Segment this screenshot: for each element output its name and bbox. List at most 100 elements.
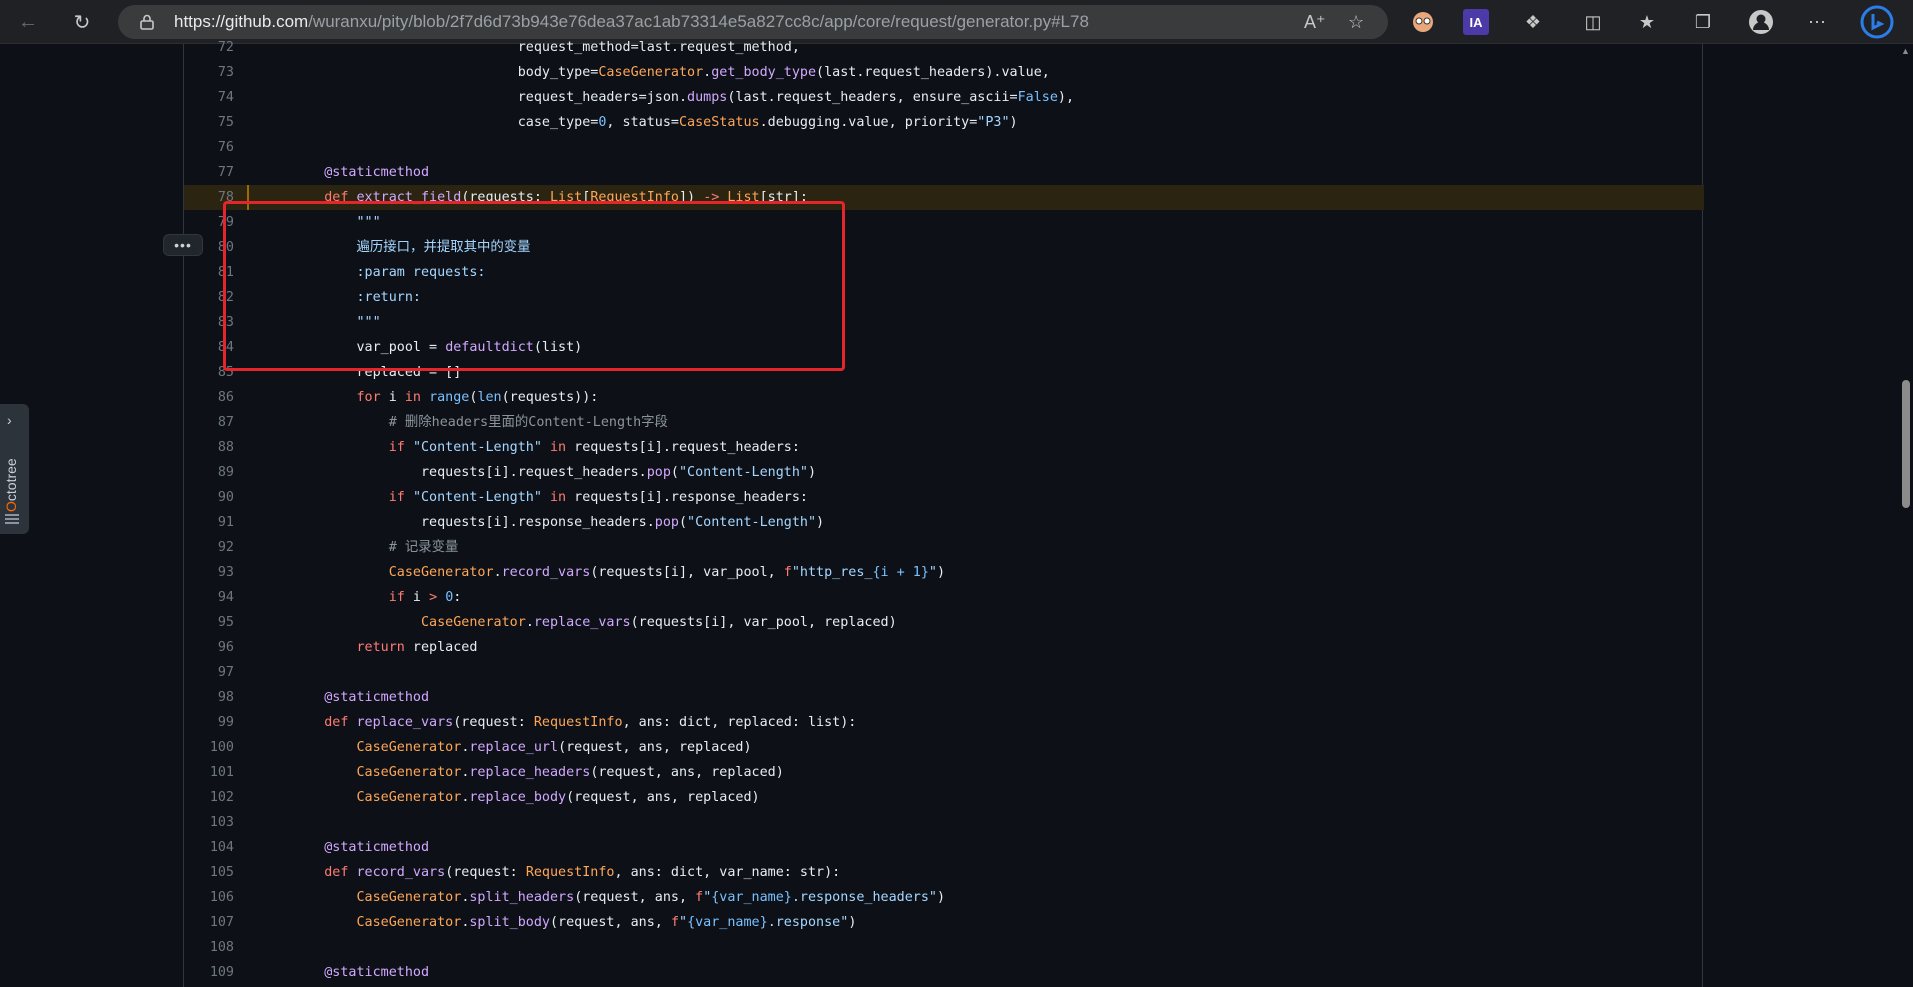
code-line: 94 if i > 0: <box>184 585 1704 610</box>
collections-icon[interactable]: ❐ <box>1690 9 1716 35</box>
line-number[interactable]: 102 <box>184 785 234 810</box>
code-line: 107 CaseGenerator.split_body(request, an… <box>184 910 1704 935</box>
line-number[interactable]: 89 <box>184 460 234 485</box>
line-number[interactable]: 86 <box>184 385 234 410</box>
code-line: 105 def record_vars(request: RequestInfo… <box>184 860 1704 885</box>
code-text: @staticmethod <box>324 690 430 705</box>
code-line: 95 CaseGenerator.replace_vars(requests[i… <box>184 610 1704 635</box>
ia-extension-icon[interactable]: IA <box>1463 9 1489 35</box>
page-scrollbar[interactable]: ▲ <box>1898 44 1913 987</box>
code-line: 96 return replaced <box>184 635 1704 660</box>
more-options-icon[interactable]: ⋯ <box>1804 9 1830 35</box>
line-options-button[interactable]: ••• <box>163 234 203 256</box>
code-line: 100 CaseGenerator.replace_url(request, a… <box>184 735 1704 760</box>
url-text: https://github.com/wuranxu/pity/blob/2f7… <box>174 12 1089 31</box>
line-number[interactable]: 100 <box>184 735 234 760</box>
line-number[interactable]: 99 <box>184 710 234 735</box>
line-number[interactable]: 109 <box>184 960 234 985</box>
code-text: for i in range(len(requests)): <box>356 390 599 405</box>
code-text: request_headers=json.dumps(last.request_… <box>292 90 1075 105</box>
address-bar[interactable]: https://github.com/wuranxu/pity/blob/2f7… <box>118 5 1388 39</box>
line-number[interactable]: 106 <box>184 885 234 910</box>
code-line: 92 # 记录变量 <box>184 535 1704 560</box>
code-text: CaseGenerator.replace_vars(requests[i], … <box>421 615 897 630</box>
code-line: 75 case_type=0, status=CaseStatus.debugg… <box>184 110 1704 135</box>
line-number[interactable]: 98 <box>184 685 234 710</box>
split-screen-icon[interactable]: ◫ <box>1580 9 1606 35</box>
extension-glasses-icon[interactable] <box>1410 9 1436 35</box>
code-line: 77 @staticmethod <box>184 160 1704 185</box>
code-line: 108 <box>184 935 1704 960</box>
favorites-icon[interactable]: ★ <box>1634 9 1660 35</box>
line-number[interactable]: 107 <box>184 910 234 935</box>
line-number[interactable]: 92 <box>184 535 234 560</box>
lock-icon <box>140 14 154 30</box>
code-line: 88 if "Content-Length" in requests[i].re… <box>184 435 1704 460</box>
drag-grip-icon[interactable] <box>5 514 19 524</box>
code-line: 73 body_type=CaseGenerator.get_body_type… <box>184 60 1704 85</box>
code-panel: 72 request_method=last.request_method, 73… <box>183 40 1704 987</box>
line-number[interactable]: 90 <box>184 485 234 510</box>
code-text: # 记录变量 <box>388 540 459 555</box>
line-number[interactable]: 75 <box>184 110 234 135</box>
code-line: 91 requests[i].response_headers.pop("Con… <box>184 510 1704 535</box>
code-line: 97 <box>184 660 1704 685</box>
back-arrow-icon[interactable]: ← <box>8 2 48 42</box>
code-text: requests[i].response_headers.pop("Conten… <box>292 515 825 530</box>
scrollbar-thumb[interactable] <box>1902 380 1910 508</box>
code-text: CaseGenerator.split_body(request, ans, f… <box>356 915 857 930</box>
code-text: case_type=0, status=CaseStatus.debugging… <box>292 115 1018 130</box>
line-number[interactable]: 72 <box>184 35 234 60</box>
code-line: 102 CaseGenerator.replace_body(request, … <box>184 785 1704 810</box>
code-text: def replace_vars(request: RequestInfo, a… <box>324 715 857 730</box>
line-number[interactable]: 96 <box>184 635 234 660</box>
code-line: 87 # 删除headers里面的Content-Length字段 <box>184 410 1704 435</box>
bing-copilot-icon[interactable] <box>1860 5 1894 39</box>
code-text: request_method=last.request_method, <box>292 40 800 55</box>
refresh-icon[interactable]: ↻ <box>62 2 102 42</box>
code-line: 106 CaseGenerator.split_headers(request,… <box>184 885 1704 910</box>
code-line: 99 def replace_vars(request: RequestInfo… <box>184 710 1704 735</box>
octotree-sidebar-toggle[interactable]: › Octotree <box>0 404 29 534</box>
code-text: CaseGenerator.replace_body(request, ans,… <box>356 790 760 805</box>
line-number[interactable]: 101 <box>184 760 234 785</box>
line-number[interactable]: 108 <box>184 935 234 960</box>
code-text: return replaced <box>356 640 478 655</box>
chevron-right-icon: › <box>7 412 12 428</box>
code-text: CaseGenerator.record_vars(requests[i], v… <box>388 565 946 580</box>
line-number[interactable]: 76 <box>184 135 234 160</box>
code-line: 74 request_headers=json.dumps(last.reque… <box>184 85 1704 110</box>
line-number[interactable]: 73 <box>184 60 234 85</box>
line-number[interactable]: 74 <box>184 85 234 110</box>
code-text: if "Content-Length" in requests[i].reque… <box>388 440 800 455</box>
line-number[interactable]: 104 <box>184 835 234 860</box>
code-line: 90 if "Content-Length" in requests[i].re… <box>184 485 1704 510</box>
code-text: requests[i].request_headers.pop("Content… <box>292 465 817 480</box>
line-number[interactable]: 88 <box>184 435 234 460</box>
line-number[interactable]: 105 <box>184 860 234 885</box>
code-line: 104 @staticmethod <box>184 835 1704 860</box>
line-number[interactable]: 87 <box>184 410 234 435</box>
extensions-puzzle-icon[interactable]: ❖ <box>1520 9 1546 35</box>
favorite-add-icon[interactable]: ☆ <box>1348 12 1364 33</box>
code-line: 101 CaseGenerator.replace_headers(reques… <box>184 760 1704 785</box>
code-text: body_type=CaseGenerator.get_body_type(la… <box>292 65 1050 80</box>
code-text: @staticmethod <box>324 165 430 180</box>
scroll-up-arrow-icon[interactable]: ▲ <box>1901 46 1910 56</box>
line-number[interactable]: 95 <box>184 610 234 635</box>
code-line: 98 @staticmethod <box>184 685 1704 710</box>
github-code-view: 72 request_method=last.request_method, 73… <box>0 40 1913 987</box>
code-text: def record_vars(request: RequestInfo, an… <box>324 865 841 880</box>
profile-avatar-icon[interactable] <box>1748 9 1774 35</box>
line-number[interactable]: 93 <box>184 560 234 585</box>
line-number[interactable]: 91 <box>184 510 234 535</box>
code-text: @staticmethod <box>324 840 430 855</box>
highlight-annotation-box <box>223 201 845 371</box>
line-number[interactable]: 94 <box>184 585 234 610</box>
line-number[interactable]: 103 <box>184 810 234 835</box>
read-aloud-icon[interactable]: A⁺ <box>1304 12 1326 33</box>
line-number[interactable]: 97 <box>184 660 234 685</box>
code-line: 72 request_method=last.request_method, <box>184 35 1704 60</box>
code-text: CaseGenerator.replace_headers(request, a… <box>356 765 784 780</box>
line-number[interactable]: 77 <box>184 160 234 185</box>
